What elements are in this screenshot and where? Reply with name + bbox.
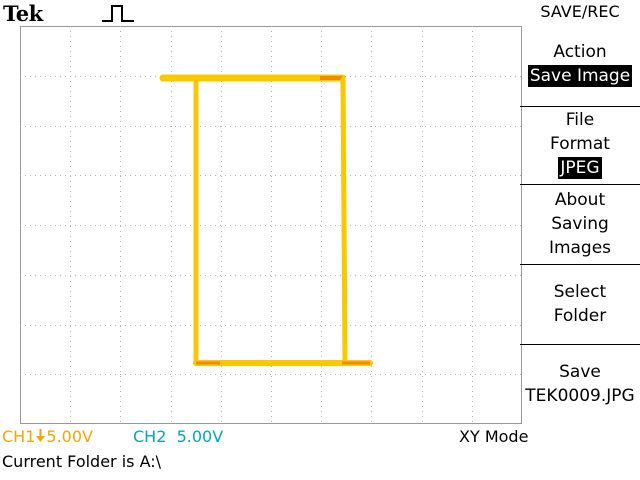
menu-item-action-value: Save Image — [527, 65, 633, 87]
menu-divider — [520, 106, 640, 107]
ch1-readout: CH1 5.00V — [2, 428, 93, 446]
display-mode: XY Mode — [459, 427, 529, 446]
brand-logo: Tek — [3, 1, 43, 26]
menu-divider — [520, 184, 640, 185]
menu-item-save-label: Save — [559, 362, 601, 382]
ch2-label: CH2 — [133, 427, 167, 446]
menu-item-about-label-2: Saving — [551, 214, 609, 234]
menu-divider — [520, 264, 640, 265]
menu-title: SAVE/REC — [540, 2, 620, 21]
menu-item-file-format-label-1: File — [565, 110, 595, 130]
menu-item-action[interactable]: Action Save Image — [520, 40, 640, 88]
menu-item-save[interactable]: Save TEK0009.JPG — [520, 360, 640, 408]
menu-item-about-label-3: Images — [548, 238, 612, 258]
menu-item-select-folder-label-1: Select — [553, 282, 607, 302]
menu-item-file-format-label-2: Format — [550, 134, 610, 154]
menu-item-file-format[interactable]: File Format JPEG — [520, 108, 640, 180]
menu-item-about-saving-images[interactable]: About Saving Images — [520, 188, 640, 260]
menu-item-about-label-1: About — [554, 190, 606, 210]
ch2-scale: 5.00V — [176, 427, 224, 446]
menu-item-select-folder[interactable]: Select Folder — [520, 280, 640, 328]
dc-ground-icon — [35, 429, 46, 447]
menu-item-save-filename: TEK0009.JPG — [525, 386, 635, 406]
menu-divider — [520, 344, 640, 345]
current-folder: Current Folder is A:\ — [2, 452, 162, 471]
side-menu: Action Save Image File Format JPEG About… — [520, 26, 640, 428]
menu-item-action-label: Action — [553, 42, 607, 62]
ch1-scale: 5.00V — [46, 427, 93, 446]
ch1-label: CH1 — [2, 427, 36, 446]
xy-display — [20, 26, 522, 424]
menu-item-select-folder-label-2: Folder — [553, 306, 607, 326]
menu-item-file-format-value: JPEG — [558, 157, 602, 179]
ch2-readout: CH2 5.00V — [133, 428, 223, 446]
pulse-trigger-icon — [102, 5, 134, 22]
